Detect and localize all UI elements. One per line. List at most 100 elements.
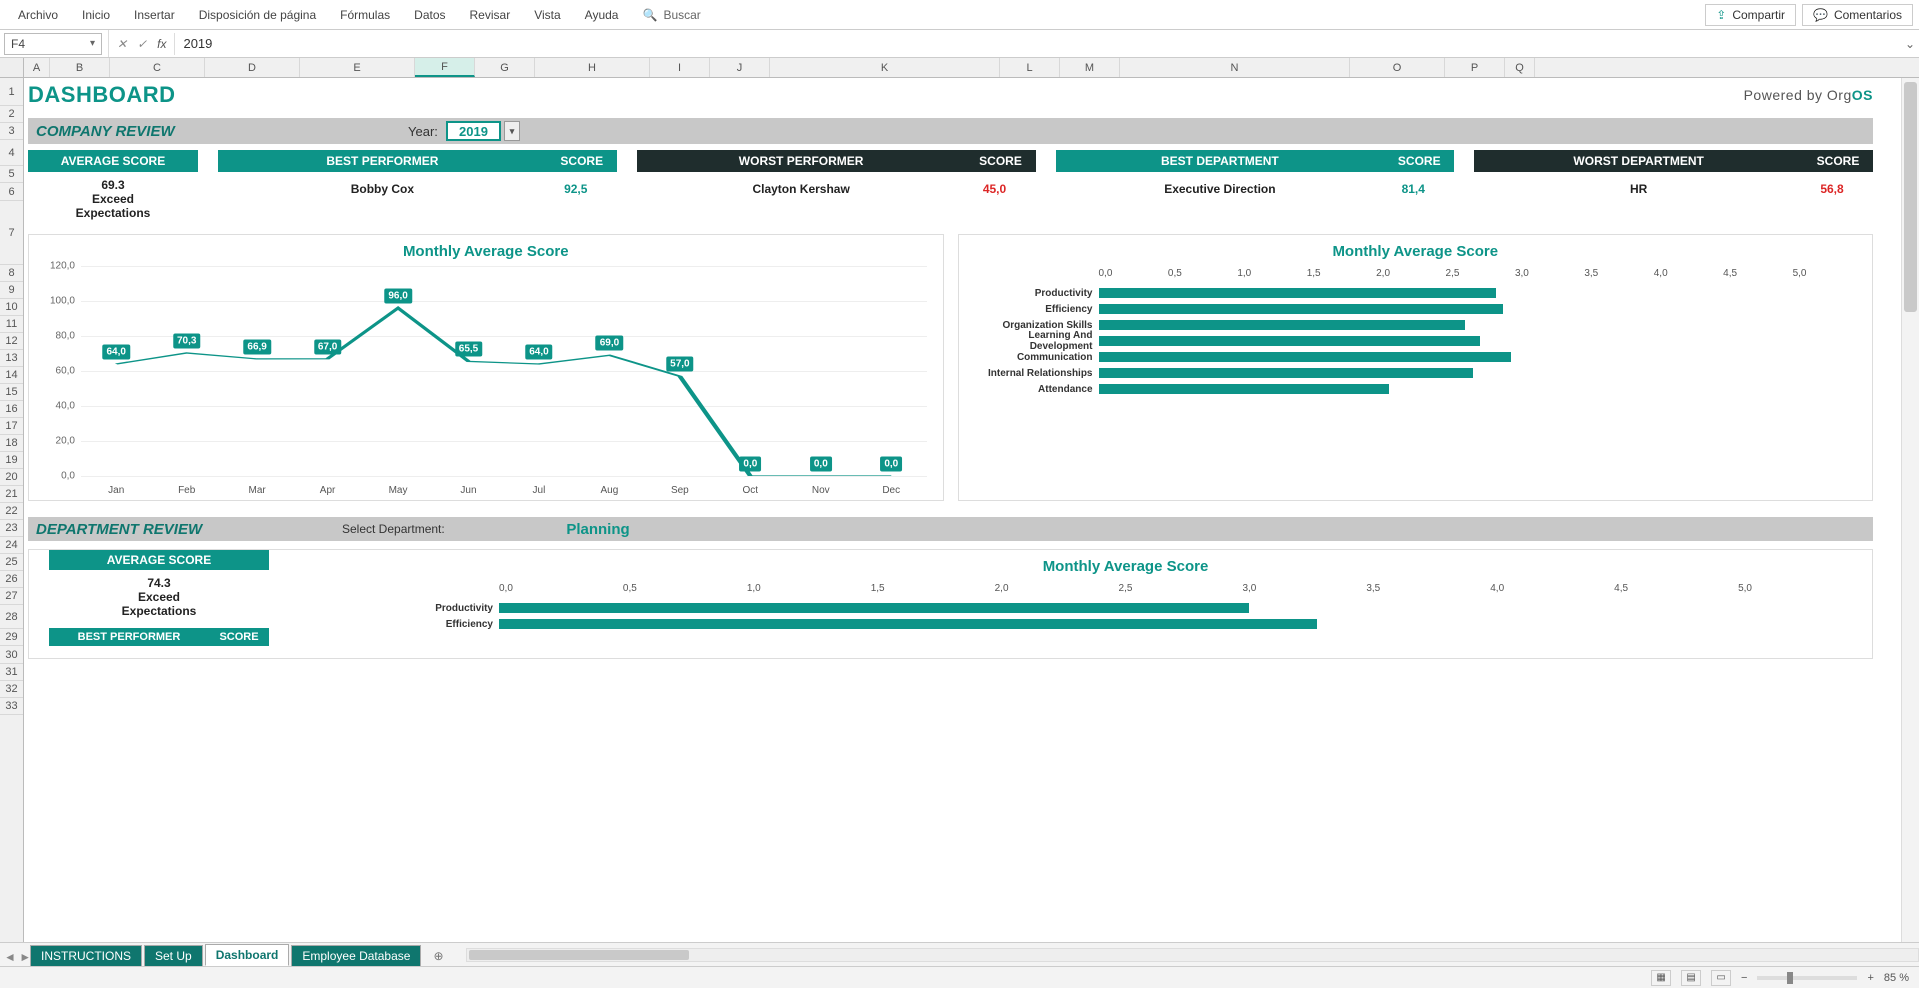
formula-bar: F4 ▾ ✕ ✓ fx ⌄ [0,30,1919,58]
zoom-in-button[interactable]: + [1867,972,1873,984]
x-label: Jun [433,485,503,496]
column-header-I[interactable]: I [650,58,710,77]
row-header-8[interactable]: 8 [0,265,23,282]
row-header-17[interactable]: 17 [0,418,23,435]
row-header-31[interactable]: 31 [0,664,23,681]
row-header-20[interactable]: 20 [0,469,23,486]
row-header-6[interactable]: 6 [0,183,23,201]
horizontal-scrollbar[interactable] [466,948,1919,962]
column-headers: ABCDEFGHIJKLMNOPQ [0,58,1919,78]
cancel-icon[interactable]: ✕ [117,37,127,51]
row-header-21[interactable]: 21 [0,486,23,503]
tab-instructions[interactable]: INSTRUCTIONS [30,945,142,966]
row-header-14[interactable]: 14 [0,367,23,384]
year-dropdown-button[interactable]: ▾ [504,121,520,141]
row-header-27[interactable]: 27 [0,588,23,605]
select-all-corner[interactable] [0,58,24,77]
row-header-1[interactable]: 1 [0,78,23,106]
column-header-K[interactable]: K [770,58,1000,77]
data-label: 69,0 [596,336,623,351]
add-sheet-button[interactable]: ⊕ [423,946,453,966]
row-header-7[interactable]: 7 [0,201,23,265]
formula-input[interactable] [174,33,1901,55]
row-header-30[interactable]: 30 [0,646,23,664]
row-header-3[interactable]: 3 [0,123,23,140]
row-header-24[interactable]: 24 [0,537,23,554]
comments-button[interactable]: 💬 Comentarios [1802,4,1913,26]
column-header-L[interactable]: L [1000,58,1060,77]
bar-fill [499,619,1317,629]
zoom-out-button[interactable]: − [1741,972,1747,984]
menu-review[interactable]: Revisar [458,2,523,28]
menu-home[interactable]: Inicio [70,2,122,28]
row-header-10[interactable]: 10 [0,299,23,316]
column-header-H[interactable]: H [535,58,650,77]
share-button[interactable]: ⇪ Compartir [1705,4,1796,26]
view-normal-icon[interactable]: ▦ [1651,970,1671,986]
row-header-22[interactable]: 22 [0,503,23,520]
scrollbar-thumb[interactable] [1904,82,1917,312]
row-header-32[interactable]: 32 [0,681,23,698]
row-header-23[interactable]: 23 [0,520,23,537]
row-header-25[interactable]: 25 [0,554,23,571]
row-header-9[interactable]: 9 [0,282,23,299]
row-header-5[interactable]: 5 [0,166,23,183]
zoom-level[interactable]: 85 % [1884,972,1909,984]
column-header-M[interactable]: M [1060,58,1120,77]
row-header-16[interactable]: 16 [0,401,23,418]
row-header-2[interactable]: 2 [0,106,23,123]
row-header-11[interactable]: 11 [0,316,23,333]
menu-file[interactable]: Archivo [6,2,70,28]
row-header-19[interactable]: 19 [0,452,23,469]
selected-department[interactable]: Planning [498,521,698,538]
status-bar: ▦ ▤ ▭ − + 85 % [0,966,1919,988]
menu-page-layout[interactable]: Disposición de página [187,2,328,28]
line-chart-title: Monthly Average Score [39,243,933,260]
sheet-canvas[interactable]: DASHBOARD Powered by OrgOS COMPANY REVIE… [24,78,1901,942]
column-header-F[interactable]: F [415,58,475,77]
column-header-A[interactable]: A [24,58,50,77]
row-header-13[interactable]: 13 [0,350,23,367]
row-header-15[interactable]: 15 [0,384,23,401]
tab-nav-buttons[interactable]: ◄ ► [4,950,31,964]
column-header-P[interactable]: P [1445,58,1505,77]
column-header-B[interactable]: B [50,58,110,77]
column-header-C[interactable]: C [110,58,205,77]
row-header-26[interactable]: 26 [0,571,23,588]
menu-view[interactable]: Vista [522,2,572,28]
row-header-12[interactable]: 12 [0,333,23,350]
name-box[interactable]: F4 ▾ [4,33,102,55]
vertical-scrollbar[interactable] [1901,78,1919,942]
formula-controls: ✕ ✓ fx [108,30,174,57]
tab-setup[interactable]: Set Up [144,945,203,966]
menu-help[interactable]: Ayuda [573,2,631,28]
zoom-slider[interactable] [1757,976,1857,980]
menu-insert[interactable]: Insertar [122,2,187,28]
accept-icon[interactable]: ✓ [137,37,147,51]
menu-search[interactable]: 🔍 Buscar [630,2,712,28]
row-header-29[interactable]: 29 [0,629,23,646]
column-header-E[interactable]: E [300,58,415,77]
view-page-break-icon[interactable]: ▭ [1711,970,1731,986]
column-header-O[interactable]: O [1350,58,1445,77]
year-cell[interactable]: 2019 [446,121,501,141]
view-page-layout-icon[interactable]: ▤ [1681,970,1701,986]
row-header-33[interactable]: 33 [0,698,23,715]
menu-formulas[interactable]: Fórmulas [328,2,402,28]
column-header-N[interactable]: N [1120,58,1350,77]
x-tick: 1,5 [871,583,995,594]
menu-data[interactable]: Datos [402,2,457,28]
row-header-4[interactable]: 4 [0,140,23,166]
column-header-J[interactable]: J [710,58,770,77]
column-header-D[interactable]: D [205,58,300,77]
fx-icon[interactable]: fx [157,37,166,51]
row-header-28[interactable]: 28 [0,605,23,629]
bar-category: Efficiency [969,304,1099,315]
column-header-G[interactable]: G [475,58,535,77]
column-header-Q[interactable]: Q [1505,58,1535,77]
expand-formula-bar[interactable]: ⌄ [1901,37,1919,51]
row-header-18[interactable]: 18 [0,435,23,452]
hscroll-thumb[interactable] [469,950,689,960]
tab-employee-database[interactable]: Employee Database [291,945,421,966]
tab-dashboard[interactable]: Dashboard [205,944,290,966]
